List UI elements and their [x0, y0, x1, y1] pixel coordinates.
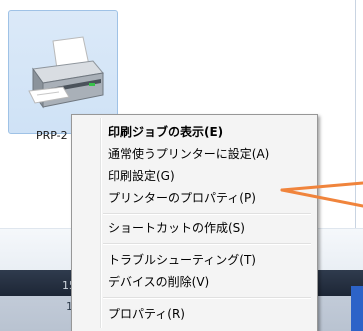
printer-icon	[28, 36, 104, 109]
menu-item-properties[interactable]: プロパティ(R)	[108, 307, 185, 321]
menu-item-printing-preferences[interactable]: 印刷設定(G)	[108, 169, 175, 183]
menu-gutter	[100, 118, 102, 328]
menu-item-printer-properties[interactable]: プリンターのプロパティ(P)	[108, 191, 256, 205]
menu-item-set-default-printer[interactable]: 通常使うプリンターに設定(A)	[108, 147, 269, 161]
menu-item-remove-device[interactable]: デバイスの削除(V)	[108, 275, 209, 289]
explorer-window: 150 1 PRP-2 印刷ジョブの表示(E) 通常使うプリンターに設定(A) …	[0, 0, 363, 331]
menu-separator	[103, 213, 311, 215]
menu-item-create-shortcut[interactable]: ショートカットの作成(S)	[108, 221, 245, 235]
printer-name-label: PRP-2	[36, 129, 68, 142]
menu-item-troubleshoot[interactable]: トラブルシューティング(T)	[108, 253, 256, 267]
menu-separator	[103, 243, 311, 245]
menu-item-view-print-jobs[interactable]: 印刷ジョブの表示(E)	[108, 125, 223, 139]
annotation-arrow-icon	[280, 181, 363, 208]
menu-separator	[103, 297, 311, 299]
accent-bar	[351, 286, 363, 331]
context-menu: 印刷ジョブの表示(E) 通常使うプリンターに設定(A) 印刷設定(G) プリンタ…	[71, 114, 318, 331]
